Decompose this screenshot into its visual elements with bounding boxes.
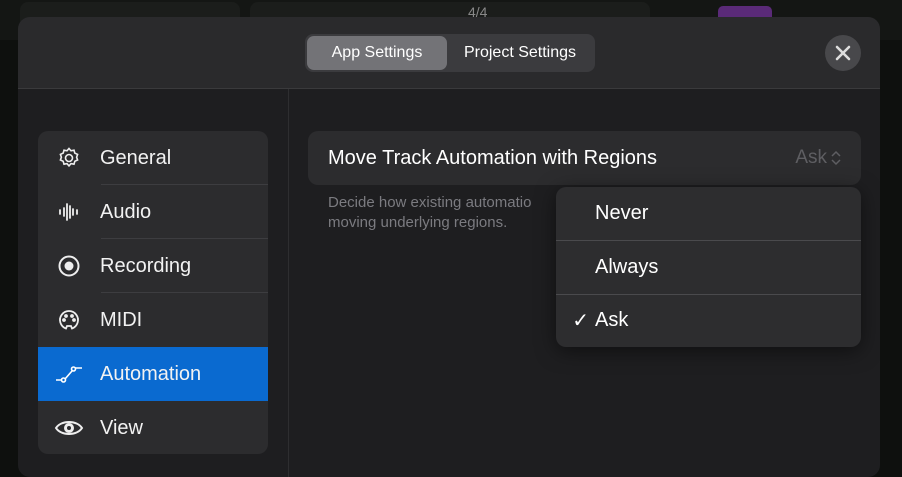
settings-modal: App Settings Project Settings General Au… xyxy=(18,17,880,477)
sidebar-item-midi[interactable]: MIDI xyxy=(38,293,268,347)
sidebar-item-audio[interactable]: Audio xyxy=(38,185,268,239)
record-icon xyxy=(38,254,100,278)
sidebar-item-label: Recording xyxy=(100,254,192,277)
sidebar-item-label: Automation xyxy=(100,362,202,385)
dropdown-menu: Never Always ✓ Ask xyxy=(556,187,861,347)
option-never[interactable]: Never xyxy=(556,187,861,240)
modal-header: App Settings Project Settings xyxy=(18,17,880,89)
tab-project-settings[interactable]: Project Settings xyxy=(447,36,593,70)
description-line: moving underlying regions. xyxy=(328,214,508,231)
settings-segmented-control: App Settings Project Settings xyxy=(305,34,595,72)
sidebar-item-label: View xyxy=(100,416,143,439)
option-always[interactable]: Always xyxy=(556,240,861,293)
description-line: Decide how existing automatio xyxy=(328,194,532,211)
option-label: Always xyxy=(595,255,659,278)
checkmark-icon: ✓ xyxy=(572,310,589,333)
sidebar-item-recording[interactable]: Recording xyxy=(38,239,268,293)
chevron-up-down-icon xyxy=(831,150,841,166)
waveform-icon xyxy=(38,200,100,224)
option-label: Ask xyxy=(595,309,629,332)
sidebar-item-general[interactable]: General xyxy=(38,131,268,185)
eye-icon xyxy=(38,416,100,440)
sidebar-item-automation[interactable]: Automation xyxy=(38,347,268,401)
option-label: Never xyxy=(595,202,649,225)
option-ask[interactable]: ✓ Ask xyxy=(556,293,861,347)
sidebar-item-label: MIDI xyxy=(100,308,143,331)
move-track-automation-setting[interactable]: Move Track Automation with Regions Ask xyxy=(308,131,861,185)
sidebar: General Audio Recording MIDI Automation … xyxy=(38,131,268,454)
setting-value-popup[interactable]: Ask xyxy=(795,147,841,169)
setting-title: Move Track Automation with Regions xyxy=(328,146,658,169)
close-button[interactable] xyxy=(825,35,861,71)
setting-value: Ask xyxy=(795,147,827,168)
automation-icon xyxy=(38,362,100,386)
divider xyxy=(288,89,289,477)
sidebar-item-label: Audio xyxy=(100,200,152,223)
gear-icon xyxy=(38,146,100,170)
close-icon xyxy=(835,45,851,61)
sidebar-item-view[interactable]: View xyxy=(38,401,268,454)
tab-app-settings[interactable]: App Settings xyxy=(307,36,447,70)
setting-description: Decide how existing automatio moving und… xyxy=(328,193,531,233)
midi-icon xyxy=(38,308,100,332)
sidebar-item-label: General xyxy=(100,146,172,169)
